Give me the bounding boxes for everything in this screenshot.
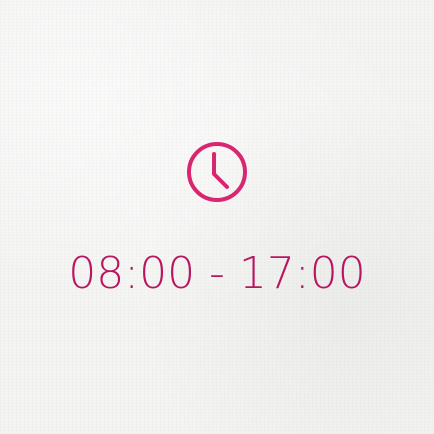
clock-icon [185, 140, 249, 204]
paper-background [0, 0, 434, 434]
opening-hours-text: 08:00 - 17:00 [68, 248, 366, 299]
